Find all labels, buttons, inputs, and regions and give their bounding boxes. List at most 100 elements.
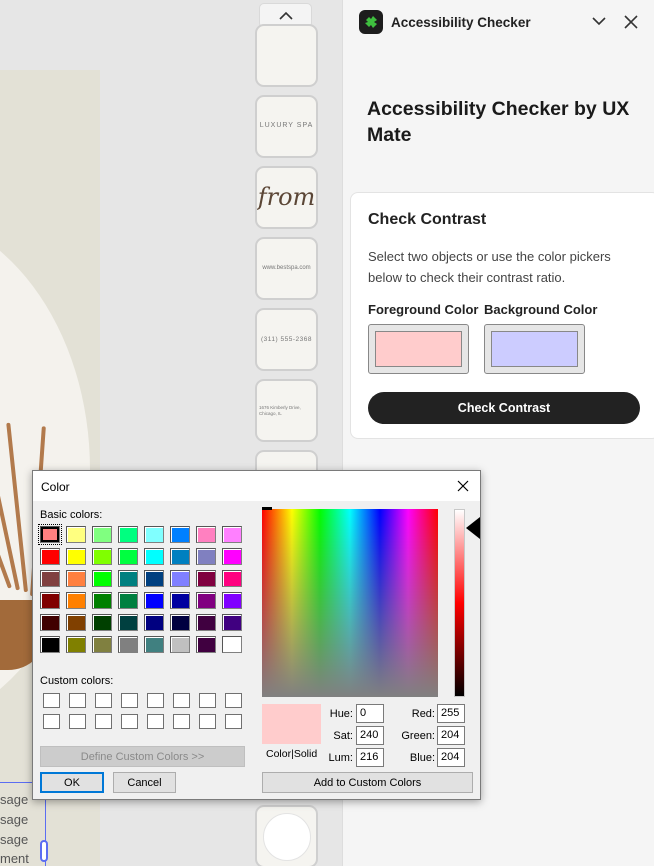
basic-color-swatch[interactable] bbox=[66, 614, 86, 631]
basic-color-swatch[interactable] bbox=[144, 592, 164, 609]
basic-color-swatch[interactable] bbox=[222, 570, 242, 587]
basic-color-swatch[interactable] bbox=[92, 526, 112, 543]
card-description: Select two objects or use the color pick… bbox=[368, 249, 611, 285]
basic-color-swatch[interactable] bbox=[66, 592, 86, 609]
custom-color-swatch[interactable] bbox=[121, 693, 138, 708]
luminance-slider[interactable] bbox=[454, 509, 465, 697]
basic-color-swatch[interactable] bbox=[66, 636, 86, 653]
custom-color-swatch[interactable] bbox=[43, 714, 60, 729]
color-spectrum-picker[interactable] bbox=[262, 509, 438, 697]
basic-color-swatch[interactable] bbox=[118, 614, 138, 631]
basic-color-swatch[interactable] bbox=[92, 548, 112, 565]
custom-color-swatch[interactable] bbox=[199, 693, 216, 708]
close-panel-button[interactable] bbox=[620, 11, 642, 33]
basic-color-swatch[interactable] bbox=[118, 592, 138, 609]
basic-color-swatch[interactable] bbox=[196, 526, 216, 543]
basic-color-swatch[interactable] bbox=[196, 614, 216, 631]
hue-label: Hue: bbox=[329, 708, 353, 720]
custom-color-swatch[interactable] bbox=[95, 714, 112, 729]
basic-color-swatch[interactable] bbox=[66, 526, 86, 543]
hue-input[interactable]: 0 bbox=[356, 704, 384, 723]
collapse-button[interactable] bbox=[589, 11, 609, 31]
spectrum-crosshair[interactable] bbox=[262, 507, 272, 515]
basic-color-swatch[interactable] bbox=[144, 636, 164, 653]
basic-color-swatch[interactable] bbox=[170, 526, 190, 543]
add-to-custom-colors-button[interactable]: Add to Custom Colors bbox=[262, 772, 473, 793]
green-input[interactable]: 204 bbox=[437, 726, 465, 745]
luminance-slider-arrow[interactable] bbox=[466, 517, 480, 539]
basic-color-swatch[interactable] bbox=[222, 636, 242, 653]
panel-header: Accessibility Checker bbox=[343, 0, 654, 46]
basic-color-swatch[interactable] bbox=[92, 614, 112, 631]
basic-color-swatch[interactable] bbox=[196, 592, 216, 609]
basic-color-swatch[interactable] bbox=[170, 548, 190, 565]
custom-color-swatch[interactable] bbox=[225, 714, 242, 729]
basic-color-swatch[interactable] bbox=[66, 548, 86, 565]
custom-color-swatch[interactable] bbox=[147, 714, 164, 729]
custom-color-swatch[interactable] bbox=[95, 693, 112, 708]
basic-color-swatch[interactable] bbox=[92, 592, 112, 609]
red-input[interactable]: 255 bbox=[437, 704, 465, 723]
basic-color-swatch[interactable] bbox=[40, 548, 60, 565]
basic-color-swatch[interactable] bbox=[66, 570, 86, 587]
basic-color-swatch[interactable] bbox=[40, 614, 60, 631]
ok-button[interactable]: OK bbox=[40, 772, 104, 793]
basic-color-swatch[interactable] bbox=[222, 592, 242, 609]
basic-color-swatch[interactable] bbox=[40, 592, 60, 609]
custom-color-swatch[interactable] bbox=[69, 693, 86, 708]
basic-color-swatch[interactable] bbox=[144, 570, 164, 587]
foreground-color-picker[interactable] bbox=[368, 324, 469, 374]
lum-input[interactable]: 216 bbox=[356, 748, 384, 767]
basic-color-swatch[interactable] bbox=[144, 614, 164, 631]
sat-input[interactable]: 240 bbox=[356, 726, 384, 745]
custom-colors-grid bbox=[43, 693, 242, 729]
selection-handle[interactable] bbox=[40, 840, 48, 862]
cancel-button[interactable]: Cancel bbox=[113, 772, 176, 793]
basic-color-swatch[interactable] bbox=[40, 570, 60, 587]
basic-color-swatch[interactable] bbox=[196, 548, 216, 565]
basic-color-swatch[interactable] bbox=[222, 548, 242, 565]
blue-input[interactable]: 204 bbox=[437, 748, 465, 767]
basic-color-swatch[interactable] bbox=[170, 636, 190, 653]
page-thumbnail[interactable]: LUXURY SPA bbox=[255, 95, 318, 158]
basic-color-swatch[interactable] bbox=[196, 636, 216, 653]
basic-color-swatch[interactable] bbox=[118, 570, 138, 587]
basic-color-swatch[interactable] bbox=[144, 548, 164, 565]
basic-color-swatch[interactable] bbox=[92, 570, 112, 587]
custom-color-swatch[interactable] bbox=[173, 693, 190, 708]
basic-color-swatch[interactable] bbox=[118, 526, 138, 543]
page-thumbnail[interactable]: from bbox=[255, 166, 318, 229]
basic-color-swatch[interactable] bbox=[196, 570, 216, 587]
basic-color-swatch[interactable] bbox=[92, 636, 112, 653]
custom-color-swatch[interactable] bbox=[225, 693, 242, 708]
basic-color-swatch[interactable] bbox=[40, 636, 60, 653]
page-thumbnail[interactable] bbox=[255, 24, 318, 87]
basic-color-swatch[interactable] bbox=[222, 526, 242, 543]
custom-color-swatch[interactable] bbox=[43, 693, 60, 708]
color-solid-label: Color|Solid bbox=[266, 748, 318, 760]
page-thumbnail[interactable]: (311) 555-2368 bbox=[255, 308, 318, 371]
background-color-picker[interactable] bbox=[484, 324, 585, 374]
basic-color-swatch[interactable] bbox=[38, 524, 62, 545]
custom-color-swatch[interactable] bbox=[147, 693, 164, 708]
basic-color-swatch[interactable] bbox=[144, 526, 164, 543]
chevron-up-icon bbox=[278, 11, 293, 20]
basic-color-swatch[interactable] bbox=[118, 636, 138, 653]
page-thumbnail[interactable] bbox=[255, 805, 318, 866]
dialog-titlebar[interactable]: Color bbox=[33, 471, 480, 501]
custom-color-swatch[interactable] bbox=[69, 714, 86, 729]
basic-color-swatch[interactable] bbox=[222, 614, 242, 631]
basic-color-swatch[interactable] bbox=[170, 570, 190, 587]
page-thumbnail[interactable]: 1676 Kimberly Drive, Chicago, IL bbox=[255, 379, 318, 442]
custom-color-swatch[interactable] bbox=[121, 714, 138, 729]
page-thumbnail[interactable]: www.bestspa.com bbox=[255, 237, 318, 300]
check-contrast-button[interactable]: Check Contrast bbox=[368, 392, 640, 424]
plugin-heading: Accessibility Checker by UX Mate bbox=[367, 98, 630, 146]
dialog-close-button[interactable] bbox=[451, 476, 475, 496]
basic-color-swatch[interactable] bbox=[170, 614, 190, 631]
custom-color-swatch[interactable] bbox=[173, 714, 190, 729]
basic-color-swatch[interactable] bbox=[170, 592, 190, 609]
background-color-label: Background Color bbox=[484, 302, 598, 317]
basic-color-swatch[interactable] bbox=[118, 548, 138, 565]
custom-color-swatch[interactable] bbox=[199, 714, 216, 729]
